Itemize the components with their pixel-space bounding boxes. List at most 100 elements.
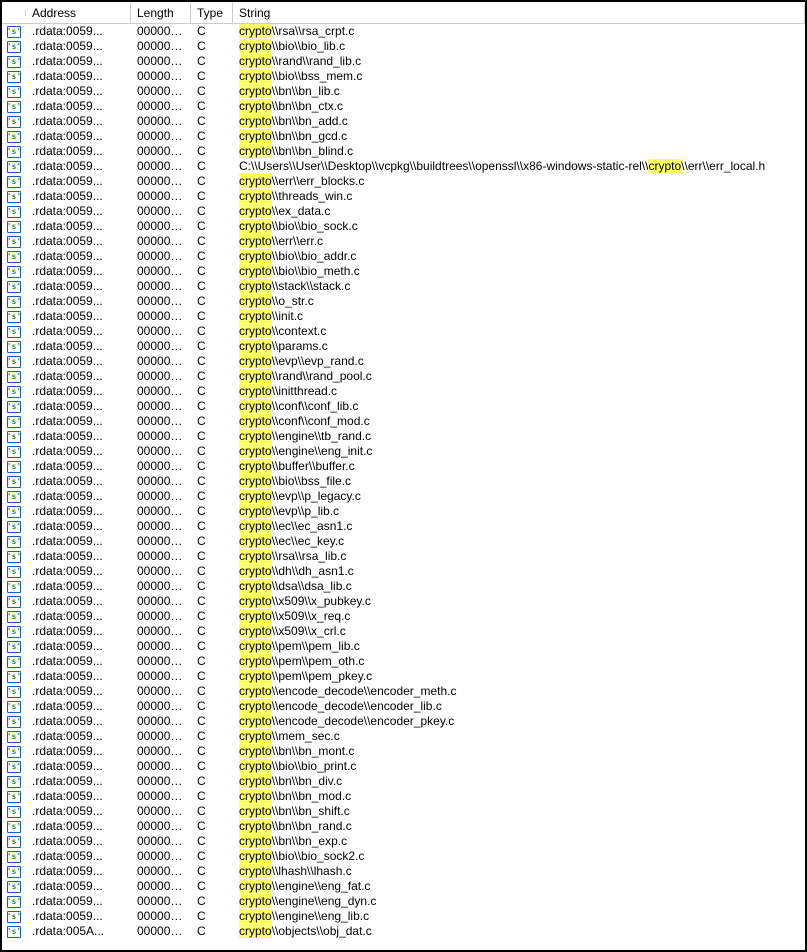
table-row[interactable]: 's'.rdata:0059...00000014Ccrypto\\initth…: [2, 384, 805, 399]
string-icon: 's': [2, 896, 26, 908]
table-row[interactable]: 's'.rdata:0059...00000017Ccrypto\\conf\\…: [2, 399, 805, 414]
string-cell: crypto\\pem\\pem_pkey.c: [233, 669, 805, 684]
type-cell: C: [191, 159, 233, 174]
column-header-address[interactable]: Address: [26, 3, 131, 23]
table-row[interactable]: 's'.rdata:0059...00000014Ccrypto\\dh\\dh…: [2, 564, 805, 579]
table-row[interactable]: 's'.rdata:0059...00000023Ccrypto\\encode…: [2, 699, 805, 714]
column-header-row: Address Length Type String: [2, 2, 805, 24]
length-cell: 00000018: [131, 879, 191, 894]
string-icon: 's': [2, 536, 26, 548]
string-icon: 's': [2, 311, 26, 323]
type-cell: C: [191, 339, 233, 354]
string-icon: 's': [2, 356, 26, 368]
table-row[interactable]: 's'.rdata:0059...00000017Ccrypto\\buffer…: [2, 459, 805, 474]
table-row[interactable]: 's'.rdata:0059...00000017Ccrypto\\conf\\…: [2, 414, 805, 429]
table-row[interactable]: 's'.rdata:0059...00000019Ccrypto\\engine…: [2, 444, 805, 459]
string-icon: 's': [2, 176, 26, 188]
table-row[interactable]: 's'.rdata:0059...00000018Ccrypto\\engine…: [2, 429, 805, 444]
table-row[interactable]: 's'.rdata:0059...00000017Ccrypto\\bio\\b…: [2, 849, 805, 864]
table-row[interactable]: 's'.rdata:0059...00000015Ccrypto\\pem\\p…: [2, 639, 805, 654]
table-row[interactable]: 's'.rdata:0059...00000016Ccrypto\\bio\\b…: [2, 249, 805, 264]
table-row[interactable]: 's'.rdata:0059...00000016Ccrypto\\evp\\p…: [2, 489, 805, 504]
string-icon: 's': [2, 881, 26, 893]
table-row[interactable]: 's'.rdata:0059...00000014Ccrypto\\ec\\ec…: [2, 519, 805, 534]
type-cell: C: [191, 459, 233, 474]
length-cell: 00000015: [131, 654, 191, 669]
table-row[interactable]: 's'.rdata:0059...00000011Ccrypto\\ex_dat…: [2, 204, 805, 219]
column-header-type[interactable]: Type: [191, 3, 233, 23]
table-row[interactable]: 's'.rdata:0059...00000018Ccrypto\\engine…: [2, 879, 805, 894]
table-row[interactable]: 's'.rdata:0059...00000011Ccrypto\\mem_se…: [2, 729, 805, 744]
table-row[interactable]: 's'.rdata:0059...00000015Ccrypto\\rsa\\r…: [2, 549, 805, 564]
table-row[interactable]: 's'.rdata:0059...00000016Ccrypto\\evp\\e…: [2, 354, 805, 369]
table-row[interactable]: 's'.rdata:0059...00000018Ccrypto\\rand\\…: [2, 369, 805, 384]
table-row[interactable]: 's'.rdata:0059...00000013Ccrypto\\bn\\bn…: [2, 789, 805, 804]
table-row[interactable]: 's'.rdata:0059...00000015Ccrypto\\dsa\\d…: [2, 579, 805, 594]
table-row[interactable]: 's'.rdata:0059...00000016Ccrypto\\bio\\b…: [2, 264, 805, 279]
table-row[interactable]: 's'.rdata:0059...00000014Ccrypto\\x509\\…: [2, 609, 805, 624]
table-row[interactable]: 's'.rdata:0059...00000013Ccrypto\\ec\\ec…: [2, 534, 805, 549]
table-row[interactable]: 's'.rdata:0059...00000018Ccrypto\\engine…: [2, 894, 805, 909]
table-row[interactable]: 's'.rdata:0059...0000000FCcrypto\\o_str.…: [2, 294, 805, 309]
table-row[interactable]: 's'.rdata:0059...00000016Ccrypto\\rsa\\r…: [2, 24, 805, 39]
string-cell: crypto\\bio\\bio_sock2.c: [233, 849, 805, 864]
table-row[interactable]: 's'.rdata:0059...00000013Ccrypto\\bn\\bn…: [2, 84, 805, 99]
length-cell: 00000016: [131, 24, 191, 39]
table-row[interactable]: 's'.rdata:0059...00000016Ccrypto\\bio\\b…: [2, 219, 805, 234]
type-cell: C: [191, 489, 233, 504]
column-header-string[interactable]: String: [233, 3, 805, 23]
string-cell: crypto\\engine\\tb_rand.c: [233, 429, 805, 444]
string-cell: crypto\\bio\\bio_lib.c: [233, 39, 805, 54]
table-row[interactable]: 's'.rdata:0059...0000000ECcrypto\\init.c: [2, 309, 805, 324]
table-row[interactable]: 's'.rdata:0059...00000015Ccrypto\\stack\…: [2, 279, 805, 294]
table-row[interactable]: 's'.rdata:0059...00000016Ccrypto\\bio\\b…: [2, 474, 805, 489]
table-row[interactable]: 's'.rdata:0059...00000013Ccrypto\\bn\\bn…: [2, 114, 805, 129]
table-row[interactable]: 's'.rdata:0059...00000015Ccrypto\\bio\\b…: [2, 39, 805, 54]
address-cell: .rdata:0059...: [26, 759, 131, 774]
table-row[interactable]: 's'.rdata:0059...00000015Ccrypto\\pem\\p…: [2, 654, 805, 669]
table-row[interactable]: 's'.rdata:0059...00000014Ccrypto\\bn\\bn…: [2, 744, 805, 759]
table-row[interactable]: 's'.rdata:0059...00000011Ccrypto\\contex…: [2, 324, 805, 339]
length-cell: 00000011: [131, 729, 191, 744]
type-cell: C: [191, 129, 233, 144]
table-row[interactable]: 's'.rdata:0059...00000015Ccrypto\\bn\\bn…: [2, 804, 805, 819]
table-row[interactable]: 's'.rdata:0059...00000010Ccrypto\\params…: [2, 339, 805, 354]
address-cell: .rdata:0059...: [26, 579, 131, 594]
table-row[interactable]: 's'.rdata:0059...00000015Ccrypto\\lhash\…: [2, 864, 805, 879]
table-row[interactable]: 's'.rdata:0059...00000013Ccrypto\\evp\\p…: [2, 504, 805, 519]
table-row[interactable]: 's'.rdata:0059...00000024Ccrypto\\encode…: [2, 714, 805, 729]
string-cell: crypto\\bn\\bn_div.c: [233, 774, 805, 789]
table-row[interactable]: 's'.rdata:0059...00000013Ccrypto\\bn\\bn…: [2, 834, 805, 849]
table-row[interactable]: 's'.rdata:0059...00000015Ccrypto\\thread…: [2, 189, 805, 204]
table-row[interactable]: 's'.rdata:0059...00000013Ccrypto\\bn\\bn…: [2, 99, 805, 114]
string-icon: 's': [2, 851, 26, 863]
type-cell: C: [191, 639, 233, 654]
table-row[interactable]: 's'.rdata:0059...00000015Ccrypto\\bn\\bn…: [2, 144, 805, 159]
table-row[interactable]: 's'.rdata:0059...00000017Ccrypto\\rand\\…: [2, 54, 805, 69]
column-header-length[interactable]: Length: [131, 3, 191, 23]
table-row[interactable]: 's'.rdata:0059...00000017Ccrypto\\x509\\…: [2, 594, 805, 609]
string-icon: 's': [2, 191, 26, 203]
length-cell: 00000017: [131, 594, 191, 609]
type-cell: C: [191, 39, 233, 54]
address-cell: .rdata:0059...: [26, 189, 131, 204]
table-row[interactable]: 's'.rdata:0059...00000013Ccrypto\\bn\\bn…: [2, 129, 805, 144]
length-cell: 00000010: [131, 339, 191, 354]
table-row[interactable]: 's'.rdata:0059...00000024Ccrypto\\encode…: [2, 684, 805, 699]
table-row[interactable]: 's'.rdata:0059...00000016Ccrypto\\pem\\p…: [2, 669, 805, 684]
table-row[interactable]: 's'.rdata:0059...00000013Ccrypto\\bn\\bn…: [2, 774, 805, 789]
length-cell: 00000013: [131, 504, 191, 519]
table-row[interactable]: 's'.rdata:0059...0000005DCC:\\Users\\Use…: [2, 159, 805, 174]
address-cell: .rdata:0059...: [26, 699, 131, 714]
type-cell: C: [191, 204, 233, 219]
table-row[interactable]: 's'.rdata:0059...00000018Ccrypto\\engine…: [2, 909, 805, 924]
table-row[interactable]: 's'.rdata:0059...00000014Ccrypto\\x509\\…: [2, 624, 805, 639]
table-row[interactable]: 's'.rdata:0059...00000015Ccrypto\\bio\\b…: [2, 69, 805, 84]
string-icon: 's': [2, 131, 26, 143]
column-header-icon[interactable]: [2, 10, 26, 16]
table-row[interactable]: 's'.rdata:0059...00000017Ccrypto\\bio\\b…: [2, 759, 805, 774]
table-row[interactable]: 's'.rdata:0059...00000011Ccrypto\\err\\e…: [2, 234, 805, 249]
table-row[interactable]: 's'.rdata:0059...00000018Ccrypto\\err\\e…: [2, 174, 805, 189]
table-row[interactable]: 's'.rdata:0059...00000014Ccrypto\\bn\\bn…: [2, 819, 805, 834]
table-row[interactable]: 's'.rdata:005A...00000019Ccrypto\\object…: [2, 924, 805, 939]
